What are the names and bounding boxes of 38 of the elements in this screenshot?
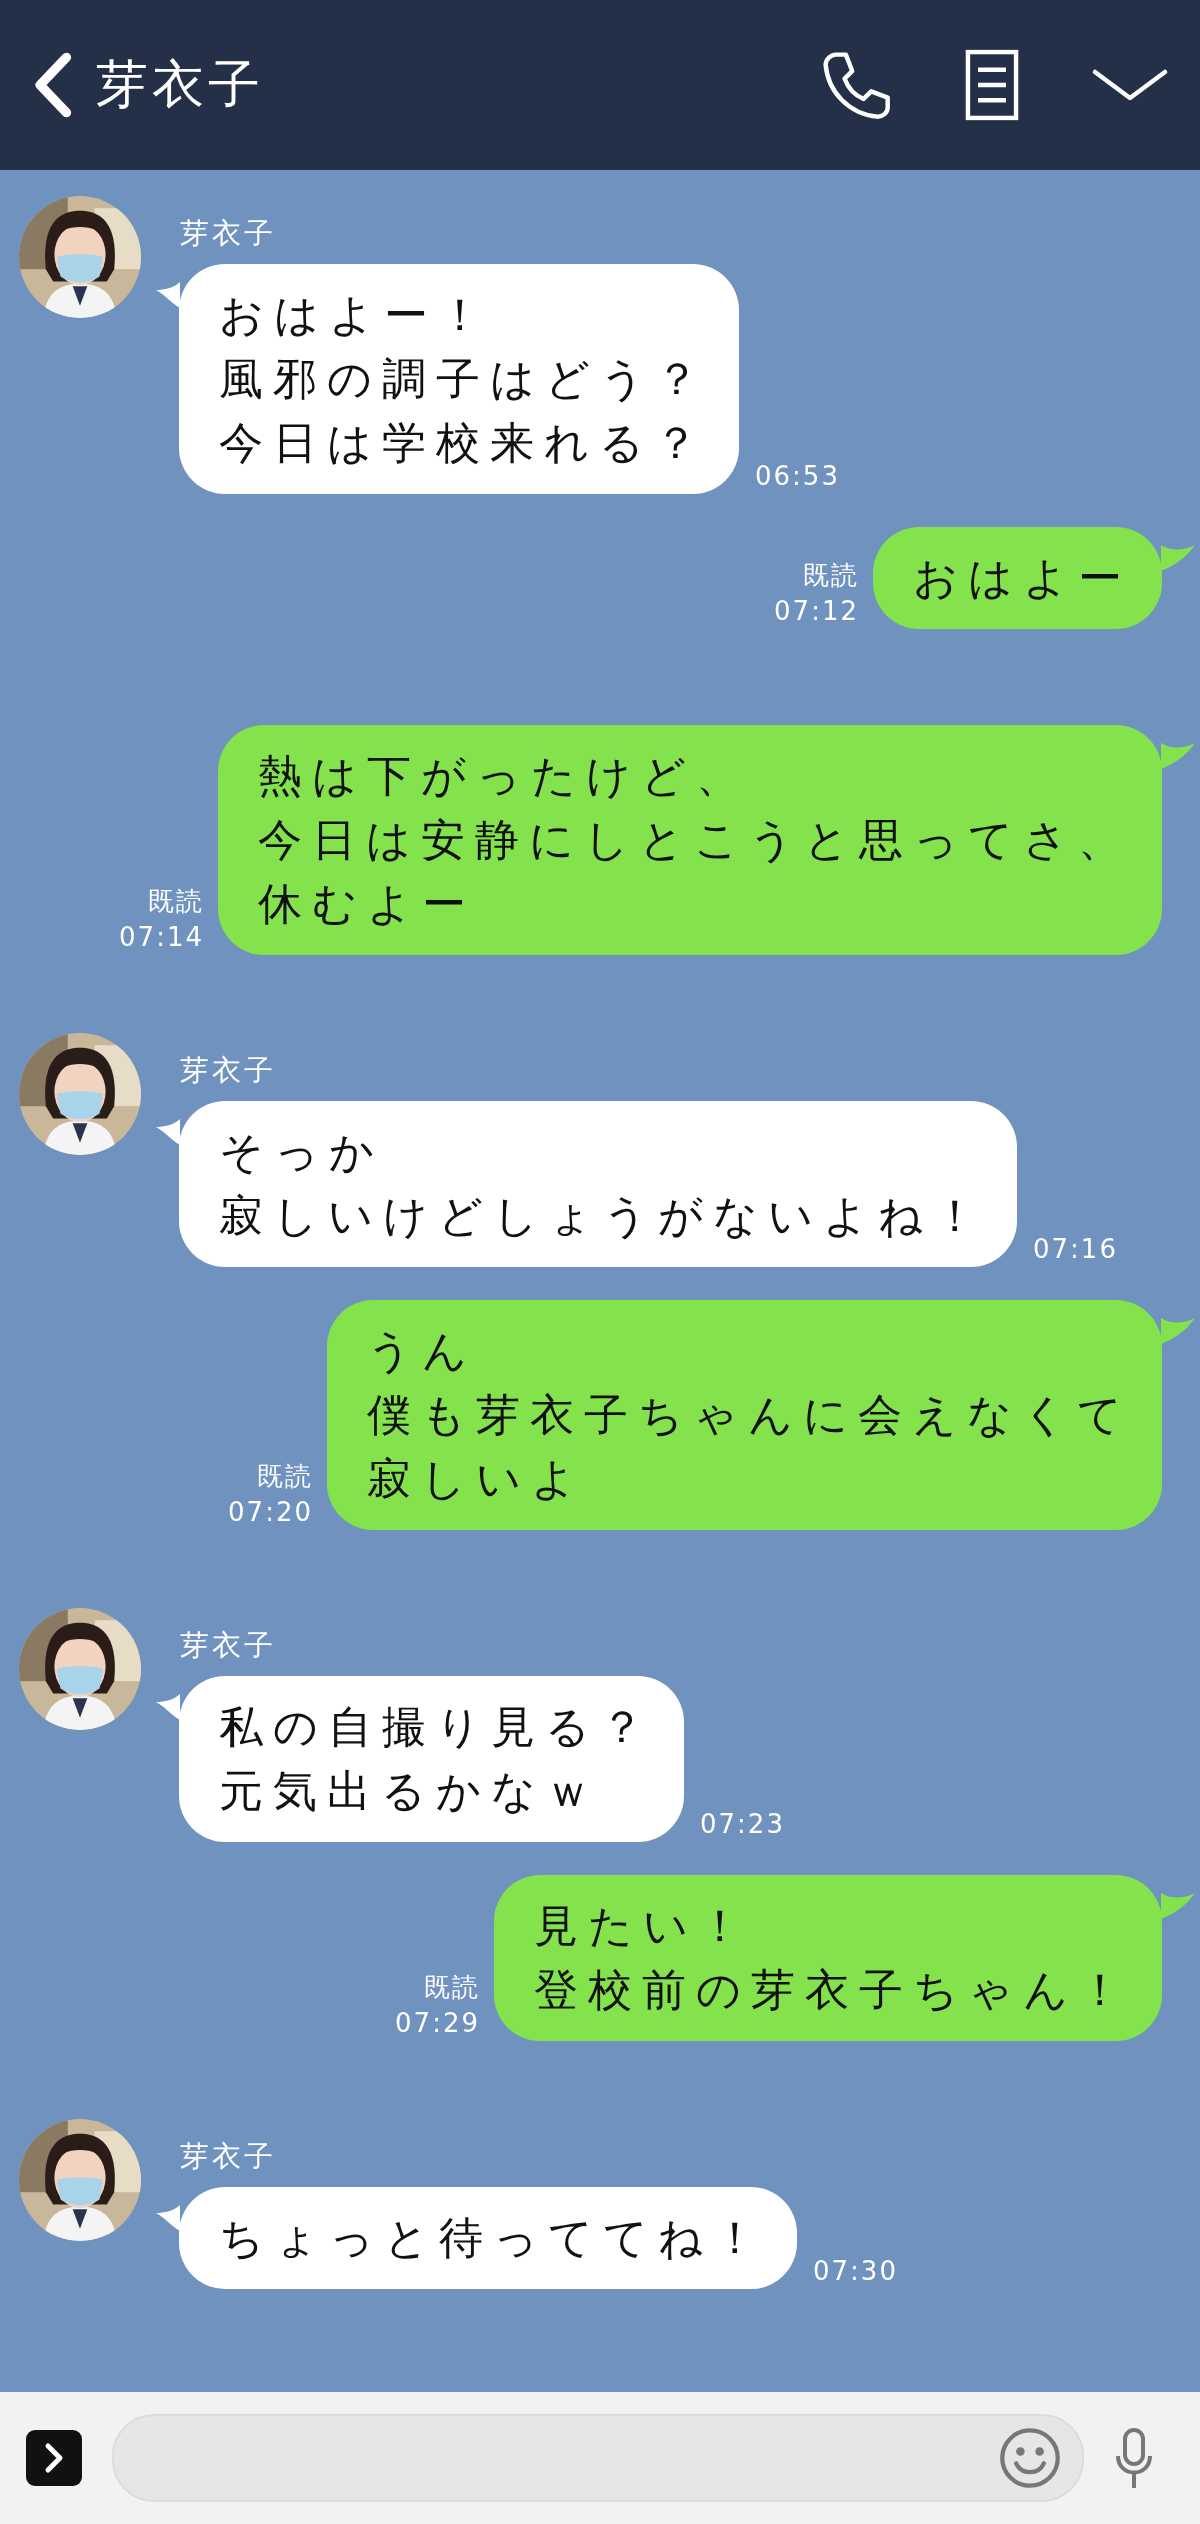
message-time: 07:20 xyxy=(228,1496,313,1529)
message-text: おはよー xyxy=(913,551,1132,605)
chat-title: 芽衣子 xyxy=(96,53,264,116)
message-time: 07:16 xyxy=(1033,1233,1118,1266)
message-text: おはよー！ xyxy=(219,288,492,342)
read-receipt: 既読 xyxy=(803,559,859,592)
sender-name: 芽衣子 xyxy=(180,2138,277,2175)
message-text: 元気出るかなｗ xyxy=(219,1764,600,1818)
message-text: 今日は学校来れる？ xyxy=(219,416,708,470)
message-text: うん xyxy=(367,1324,477,1378)
message-time: 07:23 xyxy=(700,1808,785,1841)
message-time: 06:53 xyxy=(755,460,840,493)
message-text: ちょっと待っててね！ xyxy=(219,2211,767,2265)
message-text: 今日は安静にしとこうと思ってさ、 xyxy=(258,813,1132,867)
message-text: 風邪の調子はどう？ xyxy=(219,352,709,406)
message-text: 寂しいけどしょうがないよね！ xyxy=(219,1189,987,1243)
message-time: 07:30 xyxy=(813,2255,898,2288)
read-receipt: 既読 xyxy=(257,1460,313,1493)
message-time: 07:29 xyxy=(395,2007,480,2040)
message-text: 登校前の芽衣子ちゃん！ xyxy=(534,1963,1132,2017)
sender-name: 芽衣子 xyxy=(180,215,277,252)
message-time: 07:14 xyxy=(119,921,204,954)
message-text: 熱は下がったけど、 xyxy=(258,749,750,803)
emoji-icon[interactable] xyxy=(998,2426,1062,2490)
message-text: そっか xyxy=(219,1125,384,1179)
sender-name: 芽衣子 xyxy=(180,1052,277,1089)
message-time: 07:12 xyxy=(774,595,859,628)
message-text: 寂しいよ xyxy=(367,1452,586,1506)
message-text: 私の自撮り見る？ xyxy=(219,1700,654,1754)
message-text: 僕も芽衣子ちゃんに会えなくて xyxy=(367,1388,1132,1442)
expand-icon[interactable] xyxy=(26,2430,82,2486)
back-icon[interactable] xyxy=(32,52,72,118)
read-receipt: 既読 xyxy=(148,885,204,918)
sender-name: 芽衣子 xyxy=(180,1627,277,1664)
read-receipt: 既読 xyxy=(424,1971,480,2004)
message-text: 休むよー xyxy=(258,877,476,931)
message-text: 見たい！ xyxy=(534,1899,752,1953)
microphone-icon[interactable] xyxy=(1114,2426,1154,2490)
